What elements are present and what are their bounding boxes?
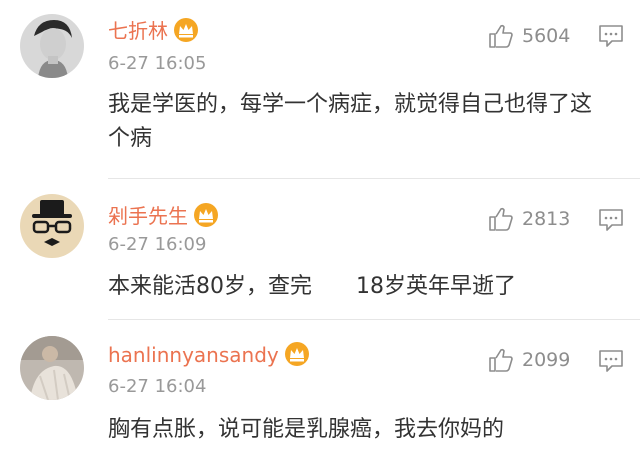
comment-item: hanlinnyansandy 6-27 16:04 2099 胸有点胀，说可能…	[0, 320, 640, 460]
comment-text: 我是学医的，每学一个病症，就觉得自己也得了这个病	[108, 92, 593, 151]
comment-icon	[598, 24, 624, 48]
crown-badge-icon	[172, 17, 200, 43]
comment-time: 6-27 16:04	[108, 376, 207, 397]
username[interactable]: hanlinnyansandy	[108, 343, 279, 367]
comment-text: 本来能活80岁，查完 18岁英年早逝了	[108, 274, 516, 299]
comment-icon	[598, 208, 624, 232]
like-button[interactable]: 2099	[488, 347, 570, 373]
like-button[interactable]: 2813	[488, 206, 570, 232]
comment-item: 七折林 6-27 16:05 5604 我是学医的，每学一个病症，就觉得自己也得…	[0, 0, 640, 180]
thumbs-up-icon	[488, 206, 514, 232]
like-button[interactable]: 5604	[488, 23, 570, 49]
like-count: 2813	[522, 208, 571, 230]
avatar[interactable]	[20, 14, 84, 78]
like-count: 2099	[522, 349, 571, 371]
reply-button[interactable]	[598, 349, 624, 373]
avatar[interactable]	[20, 336, 84, 400]
crown-badge-icon	[283, 341, 311, 367]
thumbs-up-icon	[488, 347, 514, 373]
thumbs-up-icon	[488, 23, 514, 49]
avatar[interactable]	[20, 194, 84, 258]
username[interactable]: 七折林	[108, 19, 168, 43]
divider	[108, 178, 640, 179]
comment-item: 剁手先生 6-27 16:09 2813 本来能活80岁，查完 18岁英年早逝了	[0, 180, 640, 320]
comment-time: 6-27 16:05	[108, 53, 207, 74]
like-count: 5604	[522, 25, 571, 47]
comment-icon	[598, 349, 624, 373]
crown-badge-icon	[192, 202, 220, 228]
comment-time: 6-27 16:09	[108, 234, 207, 255]
username[interactable]: 剁手先生	[108, 204, 188, 228]
reply-button[interactable]	[598, 24, 624, 48]
reply-button[interactable]	[598, 208, 624, 232]
comment-text: 胸有点胀，说可能是乳腺癌，我去你妈的	[108, 417, 505, 442]
